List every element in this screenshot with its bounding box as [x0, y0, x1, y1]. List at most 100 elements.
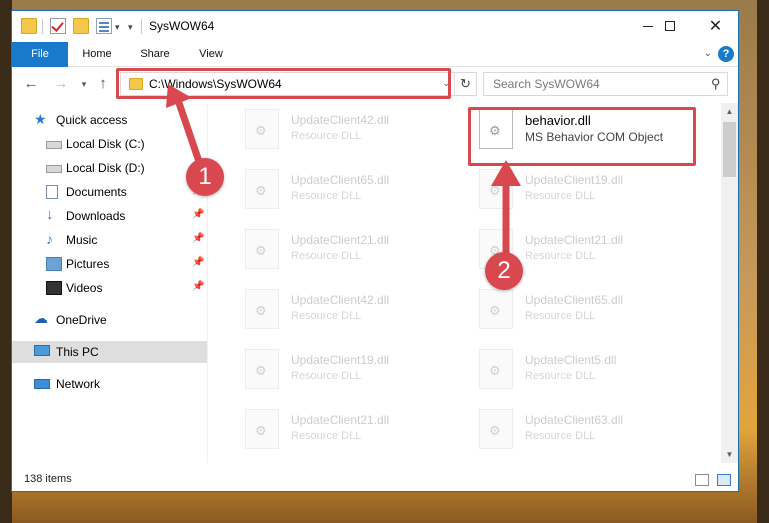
sidebar-item-label: Local Disk (C:) — [66, 137, 145, 151]
pin-icon[interactable]: 📌 — [192, 281, 204, 292]
recent-locations-icon[interactable]: ▾ — [75, 79, 93, 90]
gear-icon: ⚙ — [255, 363, 267, 378]
file-tile[interactable]: ⚙ UpdateClient5.dll Resource DLL — [463, 343, 683, 395]
tab-file[interactable]: File — [12, 42, 68, 67]
file-name: UpdateClient42.dll — [291, 113, 390, 127]
sidebar-item-label: Downloads — [66, 209, 126, 223]
star-icon: ★ — [34, 111, 47, 127]
file-name: UpdateClient21.dll — [291, 413, 390, 427]
downloads-icon: ↓ — [46, 206, 54, 223]
scroll-up-icon[interactable]: ▲ — [721, 103, 738, 120]
file-tile[interactable]: ⚙ UpdateClient65.dll Resource DLL — [463, 283, 683, 335]
sidebar-item-onedrive[interactable]: ☁ OneDrive — [12, 309, 207, 331]
dll-file-icon: ⚙ — [245, 409, 279, 449]
divider — [42, 19, 43, 34]
chevron-down-icon[interactable]: ▾ — [115, 22, 120, 33]
pictures-icon — [46, 257, 62, 271]
dll-file-icon: ⚙ — [479, 289, 513, 329]
tiles-view-icon[interactable] — [717, 474, 731, 486]
pin-icon[interactable]: 📌 — [192, 257, 204, 268]
sidebar-item-label: Local Disk (D:) — [66, 161, 145, 175]
scroll-thumb[interactable] — [723, 122, 736, 177]
dll-file-icon: ⚙ — [245, 169, 279, 209]
gear-icon: ⚙ — [255, 243, 267, 258]
back-button[interactable]: ← — [22, 75, 40, 92]
dll-file-icon: ⚙ — [245, 349, 279, 389]
file-name: UpdateClient42.dll — [291, 293, 390, 307]
file-tile[interactable]: ⚙ UpdateClient65.dll Resource DLL — [229, 163, 449, 215]
file-tile[interactable]: ⚙ UpdateClient42.dll Resource DLL — [229, 283, 449, 335]
close-icon: ✕ — [708, 18, 723, 35]
forward-button[interactable]: → — [52, 75, 70, 92]
vertical-scrollbar[interactable]: ▲ ▼ — [721, 103, 738, 463]
cloud-icon: ☁ — [34, 310, 48, 326]
file-tile[interactable]: ⚙ UpdateClient19.dll Resource DLL — [229, 343, 449, 395]
dll-file-icon: ⚙ — [245, 229, 279, 269]
scroll-down-icon[interactable]: ▼ — [721, 446, 738, 463]
quick-access-props-icon[interactable] — [96, 18, 112, 34]
gear-icon: ⚙ — [255, 183, 267, 198]
pin-icon[interactable]: 📌 — [192, 233, 204, 244]
sidebar-item-music[interactable]: ♪ Music 📌 — [12, 229, 207, 251]
new-folder-icon[interactable] — [73, 18, 89, 34]
tab-view[interactable]: View — [192, 42, 230, 67]
tab-share[interactable]: Share — [134, 42, 176, 67]
maximize-icon — [664, 21, 675, 31]
search-input[interactable]: Search SysWOW64 — [493, 77, 600, 91]
ribbon: File Home Share View ⌄ ? — [12, 42, 738, 67]
gear-icon: ⚙ — [489, 303, 501, 318]
file-description: Resource DLL — [291, 310, 362, 322]
close-button[interactable]: ✕ — [693, 11, 738, 41]
gear-icon: ⚙ — [255, 303, 267, 318]
file-description: Resource DLL — [525, 190, 596, 202]
dll-file-icon: ⚙ — [245, 289, 279, 329]
file-name: UpdateClient21.dll — [525, 233, 624, 247]
dll-file-icon: ⚙ — [479, 409, 513, 449]
help-icon[interactable]: ? — [718, 46, 734, 62]
refresh-icon[interactable]: ↻ — [454, 73, 476, 95]
expand-ribbon-icon[interactable]: ⌄ — [704, 48, 712, 59]
tab-home[interactable]: Home — [76, 42, 118, 67]
music-icon: ♪ — [46, 231, 53, 247]
sidebar-item-label: Quick access — [56, 113, 128, 127]
status-bar: 138 items — [12, 469, 738, 491]
file-name: UpdateClient19.dll — [525, 173, 624, 187]
file-description: Resource DLL — [291, 430, 362, 442]
up-button[interactable]: ↑ — [94, 75, 112, 92]
sidebar-item-videos[interactable]: Videos 📌 — [12, 277, 207, 299]
title-bar: ▾ ▾ SysWOW64 ✕ — [12, 11, 738, 42]
sidebar-item-network[interactable]: Network — [12, 373, 207, 395]
file-tile[interactable]: ⚙ UpdateClient21.dll Resource DLL — [229, 223, 449, 275]
customize-toolbar-icon[interactable]: ▾ — [128, 22, 133, 33]
maximize-button[interactable] — [647, 11, 692, 41]
file-description: Resource DLL — [525, 310, 596, 322]
desktop-edge-right — [757, 0, 769, 523]
file-name: UpdateClient65.dll — [525, 293, 624, 307]
search-box[interactable]: Search SysWOW64 ⚲ — [483, 72, 728, 96]
sidebar-item-downloads[interactable]: ↓ Downloads 📌 — [12, 205, 207, 227]
dll-file-icon: ⚙ — [479, 349, 513, 389]
file-description: Resource DLL — [291, 130, 362, 142]
step-badge-1: 1 — [186, 158, 224, 196]
sidebar-item-this-pc[interactable]: This PC — [12, 341, 207, 363]
sidebar-item-label: Network — [56, 377, 101, 391]
file-description: Resource DLL — [525, 370, 596, 382]
folder-icon — [21, 18, 37, 34]
sidebar-item-label: Videos — [66, 281, 103, 295]
gear-icon: ⚙ — [489, 363, 501, 378]
file-name: UpdateClient21.dll — [291, 233, 390, 247]
videos-icon — [46, 281, 62, 295]
file-tile[interactable]: ⚙ UpdateClient42.dll Resource DLL — [229, 103, 449, 155]
pin-icon[interactable]: 📌 — [192, 209, 204, 220]
file-tile[interactable]: ⚙ UpdateClient63.dll Resource DLL — [463, 403, 683, 455]
file-description: Resource DLL — [525, 250, 596, 262]
search-icon[interactable]: ⚲ — [711, 76, 721, 92]
sidebar-item-pictures[interactable]: Pictures 📌 — [12, 253, 207, 275]
dll-file-icon: ⚙ — [245, 109, 279, 149]
documents-icon — [46, 185, 58, 199]
file-name: UpdateClient65.dll — [291, 173, 390, 187]
properties-check-icon[interactable] — [50, 18, 66, 34]
file-description: Resource DLL — [291, 250, 362, 262]
file-tile[interactable]: ⚙ UpdateClient21.dll Resource DLL — [229, 403, 449, 455]
details-view-icon[interactable] — [695, 474, 709, 486]
